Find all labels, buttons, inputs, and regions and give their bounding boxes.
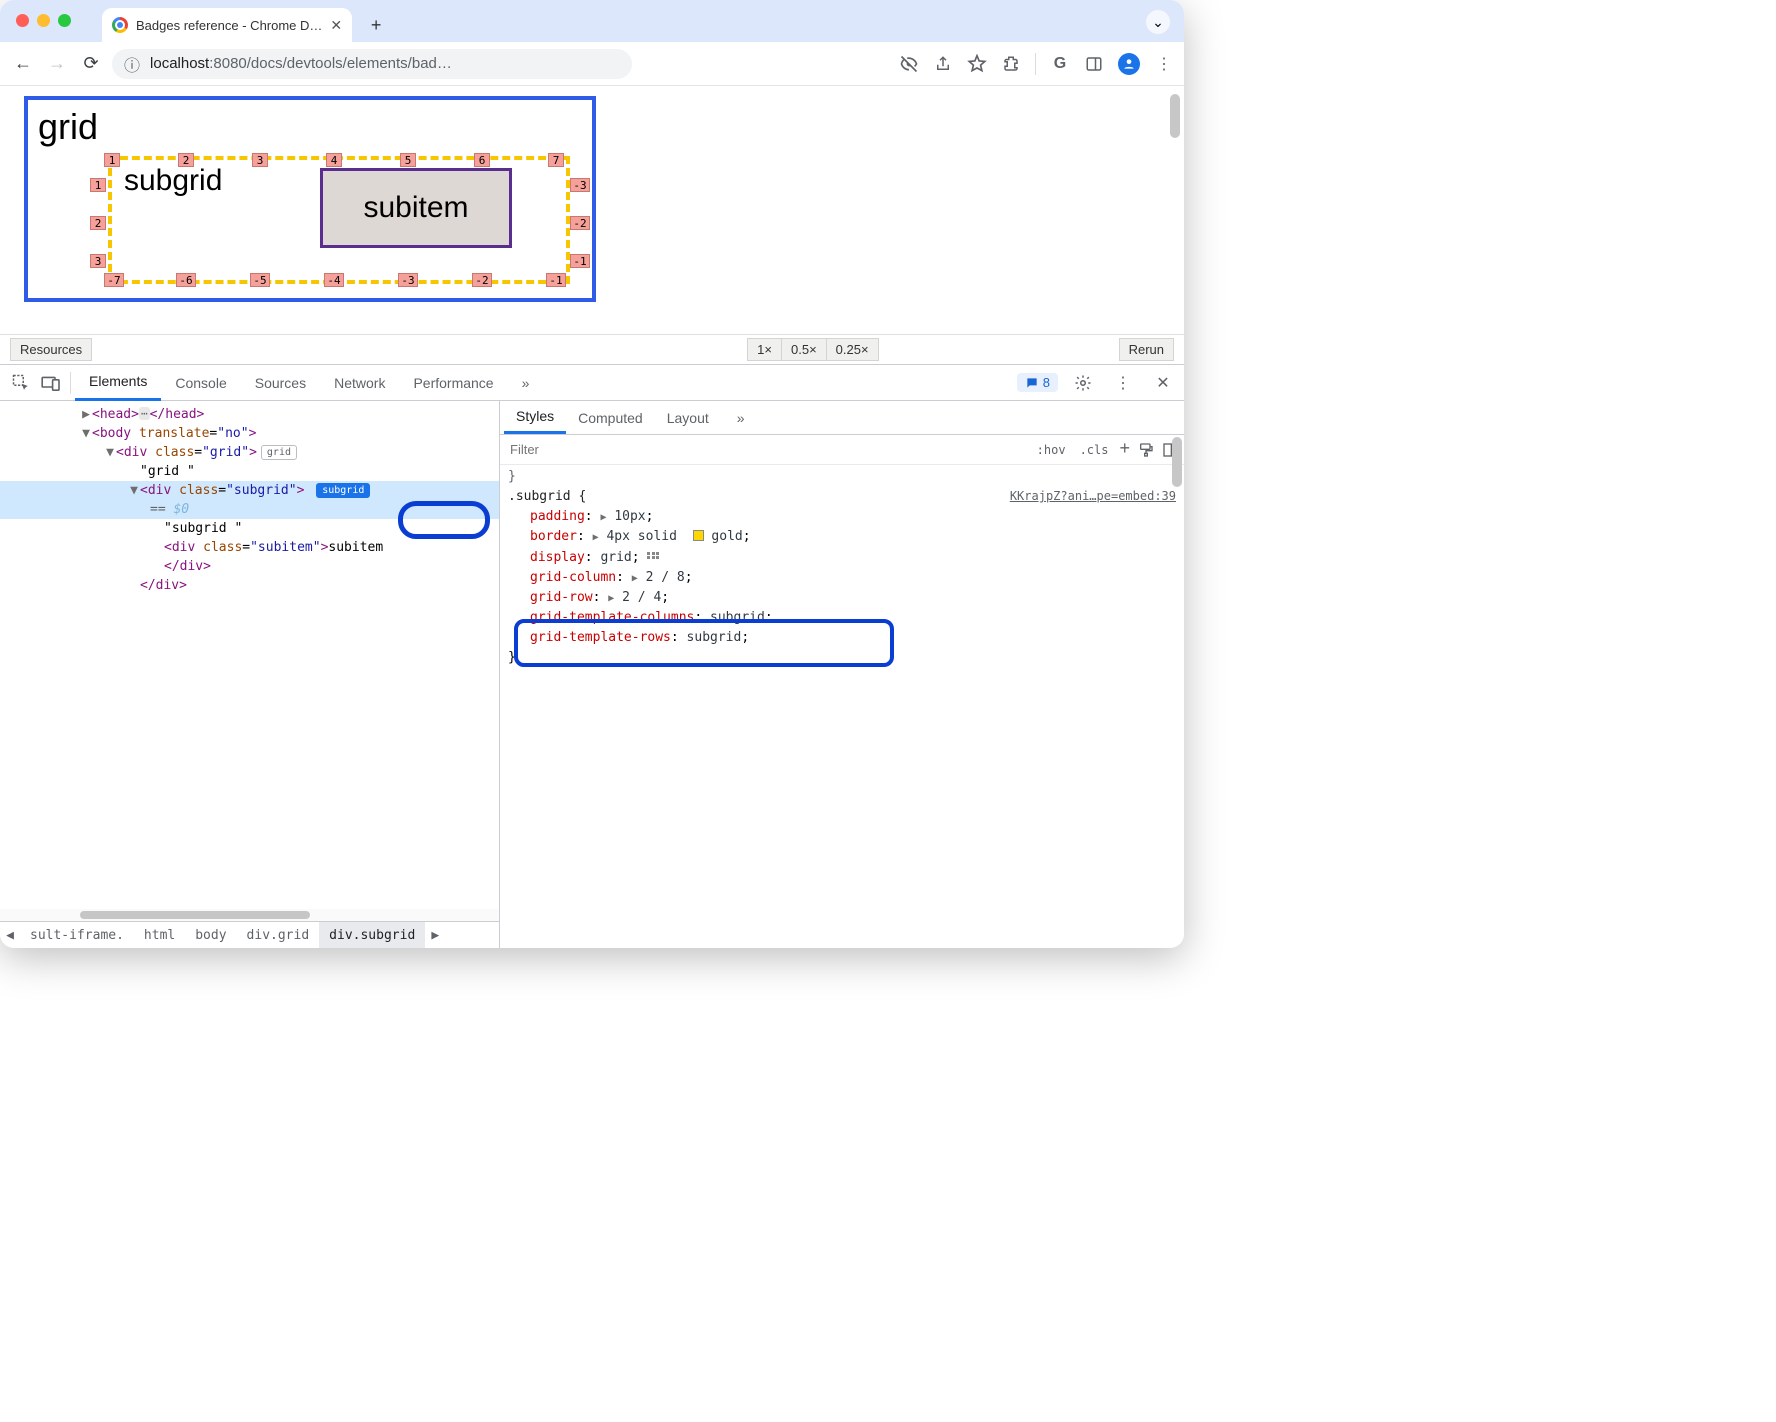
track-label: -2 [570,216,590,230]
devtools-tabstrip: Elements Console Sources Network Perform… [0,365,1184,401]
breadcrumb-next-icon[interactable]: ▶ [425,928,445,943]
devtools-close-icon[interactable]: ✕ [1148,365,1178,401]
page-viewport: grid 1 2 3 4 5 6 7 1 2 3 -3 -2 [0,86,1184,334]
devtools-menu-icon[interactable]: ⋮ [1108,365,1138,401]
zoom-05x-button[interactable]: 0.5× [782,338,827,361]
toolbar-divider [1035,53,1036,75]
elements-scrollbar[interactable] [0,909,499,921]
profile-avatar-icon[interactable] [1118,53,1140,75]
track-label: 2 [90,216,106,230]
extensions-icon[interactable] [1001,54,1021,74]
rerun-button[interactable]: Rerun [1119,338,1174,361]
eye-off-icon[interactable] [899,54,919,74]
breadcrumb-prev-icon[interactable]: ◀ [0,928,20,943]
site-info-icon[interactable]: ⓘ [124,52,140,76]
resources-button[interactable]: Resources [10,338,92,361]
color-swatch-icon[interactable] [693,530,704,541]
track-label: 3 [90,254,106,268]
browser-tab[interactable]: Badges reference - Chrome D… ✕ [102,8,352,42]
sidepanel-icon[interactable] [1084,54,1104,74]
elements-panel: ▶<head>⋯</head> ▼<body translate="no"> ▼… [0,401,500,948]
new-rule-icon[interactable]: + [1119,438,1130,459]
grid-label: grid [38,106,592,148]
annotation-box [514,619,894,667]
tab-sources[interactable]: Sources [241,365,320,401]
css-rules[interactable]: } .subgrid {KKrajpZ?ani…pe=embed:39 padd… [500,465,1184,948]
more-styles-tabs-icon[interactable]: » [725,401,757,434]
tabs-dropdown-icon[interactable]: ⌄ [1146,10,1170,34]
tab-performance[interactable]: Performance [399,365,507,401]
styles-panel: Styles Computed Layout » :hov .cls + [500,401,1184,948]
issues-icon [1025,376,1039,390]
tab-network[interactable]: Network [320,365,399,401]
issues-count: 8 [1043,375,1050,390]
tab-layout[interactable]: Layout [655,401,721,434]
grid-container: grid 1 2 3 4 5 6 7 1 2 3 -3 -2 [24,96,596,302]
grid-badge[interactable]: grid [261,445,297,460]
tab-elements[interactable]: Elements [75,365,161,401]
devtools-divider [70,372,71,394]
back-button[interactable]: ← [10,51,36,77]
track-label: -3 [570,178,590,192]
device-toggle-icon[interactable] [36,365,66,401]
demo-footer: Resources 1× 0.5× 0.25× Rerun [0,334,1184,364]
star-icon[interactable] [967,54,987,74]
reload-button[interactable]: ⟳ [78,51,104,77]
zoom-025x-button[interactable]: 0.25× [827,338,879,361]
browser-toolbar: ← → ⟳ ⓘ localhost:8080/docs/devtools/ele… [0,42,1184,86]
google-g-icon[interactable]: G [1050,54,1070,74]
forward-button: → [44,51,70,77]
breadcrumb-item[interactable]: div.grid [237,922,320,948]
dom-tree[interactable]: ▶<head>⋯</head> ▼<body translate="no"> ▼… [0,401,499,909]
menu-icon[interactable]: ⋮ [1154,54,1174,74]
zoom-1x-button[interactable]: 1× [747,338,782,361]
annotation-oval [398,501,490,539]
dom-selected-node[interactable]: ▼<div class="subgrid"> subgrid [0,481,499,500]
viewport-scrollbar[interactable] [1170,94,1180,138]
inspect-icon[interactable] [6,365,36,401]
url-text: localhost:8080/docs/devtools/elements/ba… [150,55,452,72]
breadcrumb-item[interactable]: sult-iframe. [20,922,134,948]
new-tab-button[interactable]: + [362,11,390,39]
track-label: -1 [570,254,590,268]
window-minimize-icon[interactable] [37,14,50,27]
tab-title: Badges reference - Chrome D… [136,18,322,33]
subgrid-badge[interactable]: subgrid [316,483,370,498]
styles-tabstrip: Styles Computed Layout » [500,401,1184,435]
chrome-favicon-icon [112,17,128,33]
track-label: 1 [90,178,106,192]
window-zoom-icon[interactable] [58,14,71,27]
settings-icon[interactable] [1068,365,1098,401]
tab-console[interactable]: Console [161,365,240,401]
styles-toolbar: :hov .cls + [500,435,1184,465]
cls-button[interactable]: .cls [1077,443,1112,457]
more-tabs-icon[interactable]: » [508,365,544,401]
source-link[interactable]: KKrajpZ?ani…pe=embed:39 [1010,487,1176,506]
subgrid-container: 1 2 3 4 5 6 7 1 2 3 -3 -2 -1 -7 [108,156,570,284]
grid-editor-icon[interactable] [647,552,659,562]
breadcrumb: ◀ sult-iframe. html body div.grid div.su… [0,921,499,948]
address-bar[interactable]: ⓘ localhost:8080/docs/devtools/elements/… [112,49,632,79]
paint-icon[interactable] [1138,442,1154,458]
devtools-panel: Elements Console Sources Network Perform… [0,364,1184,948]
subitem-label: subitem [363,191,468,225]
breadcrumb-item[interactable]: body [185,922,236,948]
tab-close-icon[interactable]: ✕ [330,17,342,34]
browser-tabstrip: Badges reference - Chrome D… ✕ + ⌄ [0,0,1184,42]
window-controls [16,14,71,27]
tab-computed[interactable]: Computed [566,401,655,434]
hov-button[interactable]: :hov [1034,443,1069,457]
breadcrumb-item[interactable]: html [134,922,185,948]
issues-badge[interactable]: 8 [1017,373,1058,392]
share-icon[interactable] [933,54,953,74]
window-close-icon[interactable] [16,14,29,27]
styles-filter-input[interactable] [506,442,1026,457]
ellipsis-icon[interactable]: ⋯ [139,407,150,420]
tab-styles[interactable]: Styles [504,401,566,434]
breadcrumb-item[interactable]: div.subgrid [319,922,425,948]
subitem-box: subitem [320,168,512,248]
